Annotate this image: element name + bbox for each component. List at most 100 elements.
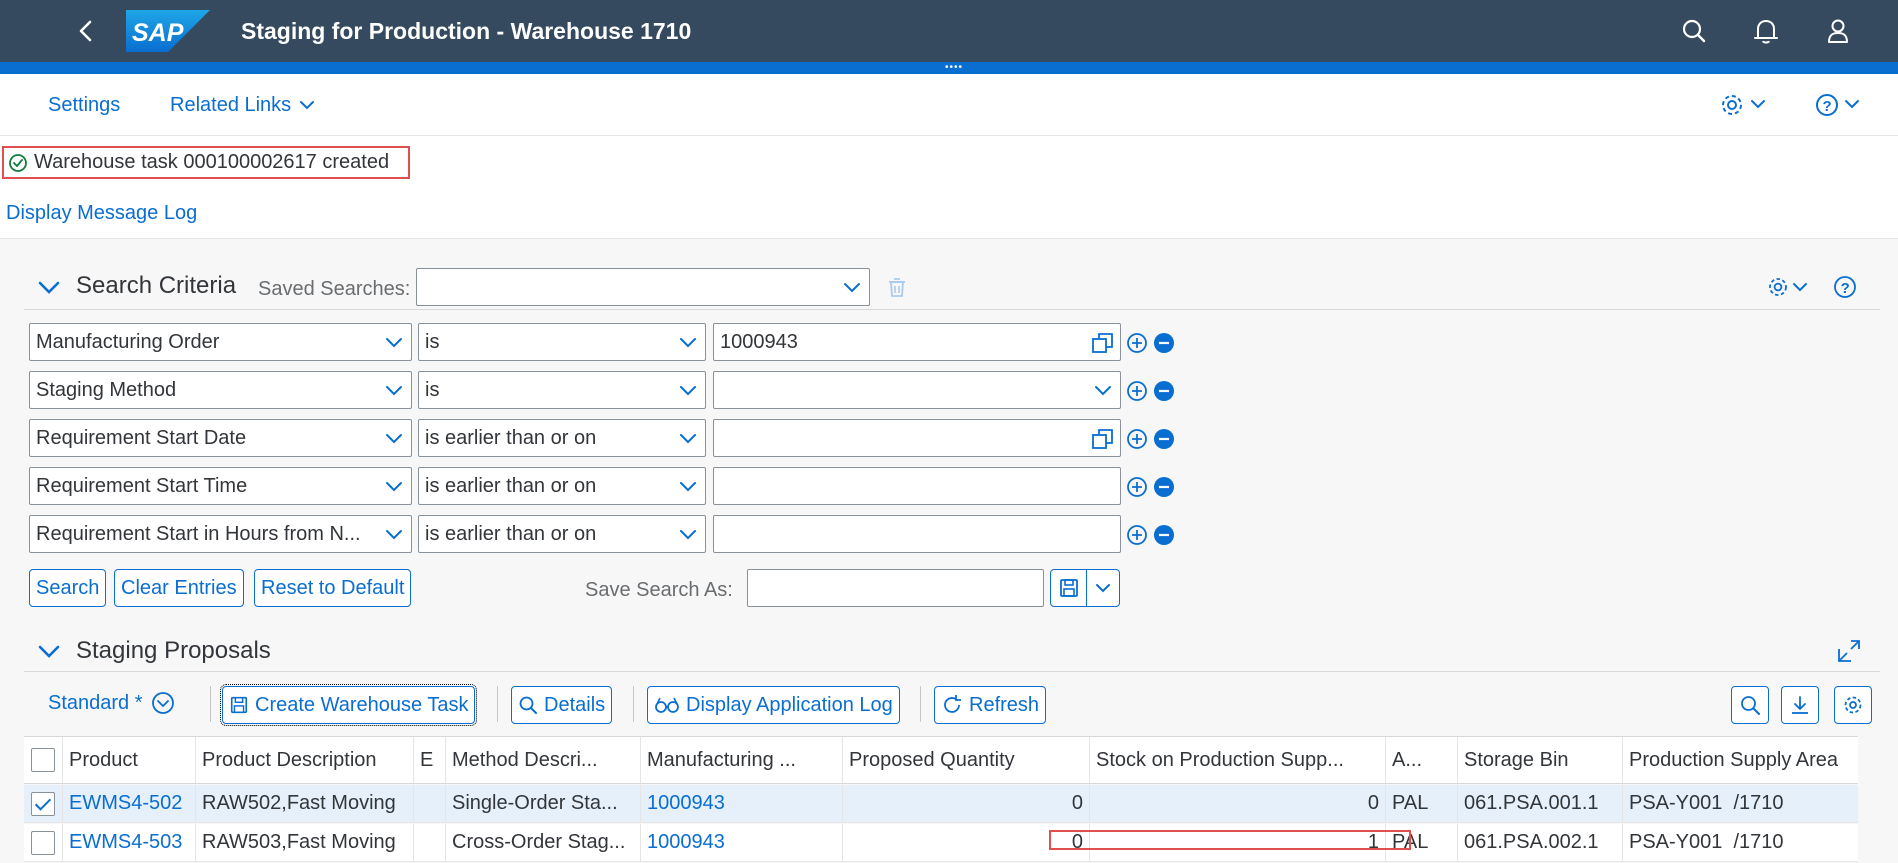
filter-help-icon[interactable]: ? — [1832, 274, 1858, 300]
table-settings-button[interactable] — [1834, 686, 1872, 724]
create-warehouse-task-button[interactable]: Create Warehouse Task — [219, 684, 478, 726]
add-filter-icon[interactable] — [1126, 380, 1148, 402]
column-header-a[interactable]: A... — [1386, 737, 1458, 783]
filter-value-input[interactable] — [713, 467, 1121, 505]
success-message-text: Warehouse task 000100002617 created — [34, 151, 390, 173]
row-checkbox[interactable] — [31, 791, 55, 816]
product-link[interactable]: EWMS4-502 — [63, 785, 196, 822]
column-header-e[interactable]: E — [414, 737, 446, 783]
add-filter-icon[interactable] — [1126, 476, 1148, 498]
column-header-stock-on-psa[interactable]: Stock on Production Supp... — [1090, 737, 1386, 783]
filter-field-select[interactable]: Staging Method — [29, 371, 412, 409]
sap-logo[interactable]: SAP — [126, 10, 210, 52]
save-search-dropdown[interactable] — [1087, 570, 1119, 606]
filter-operator-select[interactable]: is earlier than or on — [418, 419, 706, 457]
reset-to-default-button[interactable]: Reset to Default — [254, 569, 412, 607]
variant-selector[interactable]: Standard * — [48, 691, 175, 715]
e-cell — [414, 785, 446, 822]
related-links-menu[interactable]: Related Links — [170, 92, 317, 118]
back-button[interactable] — [70, 14, 104, 48]
display-application-log-label: Display Application Log — [686, 694, 893, 716]
filter-operator-select[interactable]: is — [418, 371, 706, 409]
chevron-down-icon — [680, 482, 696, 492]
save-search-as-input[interactable] — [747, 569, 1044, 607]
table-row[interactable]: EWMS4-503 RAW503,Fast Moving Cross-Order… — [24, 824, 1858, 862]
user-icon — [1828, 19, 1848, 43]
remove-filter-icon[interactable] — [1153, 428, 1175, 450]
filter-value-input[interactable] — [713, 419, 1121, 457]
remove-filter-icon[interactable] — [1153, 476, 1175, 498]
resize-grip-icon[interactable]: •••• — [945, 63, 963, 73]
search-button[interactable]: Search — [29, 569, 107, 607]
column-header-manufacturing-order[interactable]: Manufacturing ... — [641, 737, 843, 783]
filter-operator-select[interactable]: is earlier than or on — [418, 467, 706, 505]
filter-field-select[interactable]: Requirement Start in Hours from N... — [29, 515, 412, 553]
remove-filter-icon[interactable] — [1153, 524, 1175, 546]
collapse-chevron-icon[interactable] — [34, 272, 64, 302]
select-all-checkbox[interactable] — [31, 748, 55, 772]
add-filter-icon[interactable] — [1126, 524, 1148, 546]
table-search-button[interactable] — [1731, 686, 1769, 724]
refresh-button[interactable]: Refresh — [934, 686, 1047, 724]
add-filter-icon[interactable] — [1126, 428, 1148, 450]
method-description-cell: Cross-Order Stag... — [446, 824, 641, 861]
filter-operator-select[interactable]: is — [418, 323, 706, 361]
collapse-chevron-icon[interactable] — [34, 636, 64, 666]
filter-value-select[interactable] — [713, 371, 1121, 409]
filter-value-input[interactable] — [713, 515, 1121, 553]
save-search-button[interactable] — [1051, 570, 1087, 606]
filter-field-select[interactable]: Manufacturing Order — [29, 323, 412, 361]
filter-value-input[interactable]: 1000943 — [713, 323, 1121, 361]
delete-search-icon[interactable] — [884, 274, 910, 300]
search-icon — [1741, 696, 1760, 715]
user-profile-button[interactable] — [1819, 12, 1857, 50]
filter-operator-select[interactable]: is earlier than or on — [418, 515, 706, 553]
app-settings-menu[interactable] — [1718, 88, 1772, 122]
details-button[interactable]: Details — [511, 686, 613, 724]
column-header-method-description[interactable]: Method Descri... — [446, 737, 641, 783]
clear-entries-button[interactable]: Clear Entries — [114, 569, 244, 607]
display-message-log-link[interactable]: Display Message Log — [6, 202, 197, 225]
notifications-button[interactable] — [1747, 12, 1785, 50]
chevron-down-icon — [386, 386, 402, 396]
product-link[interactable]: EWMS4-503 — [63, 824, 196, 861]
svg-text:?: ? — [1823, 98, 1832, 115]
help-menu[interactable]: ? — [1812, 88, 1866, 122]
row-checkbox[interactable] — [31, 830, 55, 855]
filter-field-select[interactable]: Requirement Start Time — [29, 467, 412, 505]
manufacturing-order-link[interactable]: 1000943 — [641, 824, 843, 861]
chevron-down-icon — [680, 386, 696, 396]
settings-link[interactable]: Settings — [48, 92, 120, 118]
filter-settings-menu[interactable] — [1766, 272, 1818, 302]
save-search-as-label: Save Search As: — [585, 579, 733, 601]
variant-label: Standard * — [48, 691, 143, 714]
column-header-product-description[interactable]: Product Description — [196, 737, 414, 783]
fullscreen-icon[interactable] — [1834, 636, 1864, 666]
save-search-split-button[interactable] — [1050, 569, 1120, 607]
chevron-down-icon — [1095, 386, 1111, 396]
column-header-product[interactable]: Product — [63, 737, 196, 783]
chevron-down-icon — [844, 283, 860, 293]
search-button[interactable] — [1675, 12, 1713, 50]
column-header-proposed-quantity[interactable]: Proposed Quantity — [843, 737, 1090, 783]
value-help-icon[interactable] — [1090, 330, 1116, 356]
export-button[interactable] — [1781, 686, 1819, 724]
column-header-production-supply-area[interactable]: Production Supply Area — [1623, 737, 1858, 783]
saved-searches-label: Saved Searches: — [258, 278, 411, 300]
production-supply-area-cell: PSA-Y001 /1710 — [1629, 831, 1784, 853]
filter-field-select[interactable]: Requirement Start Date — [29, 419, 412, 457]
search-icon — [519, 696, 537, 714]
column-header-storage-bin[interactable]: Storage Bin — [1458, 737, 1623, 783]
display-application-log-button[interactable]: Display Application Log — [647, 686, 900, 724]
shell-header: SAP Staging for Production - Warehouse 1… — [0, 0, 1898, 62]
chevron-down-icon — [680, 338, 696, 348]
add-filter-icon[interactable] — [1126, 332, 1148, 354]
table-row[interactable]: EWMS4-502 RAW502,Fast Moving Single-Orde… — [24, 785, 1858, 823]
value-help-icon[interactable] — [1090, 426, 1116, 452]
saved-searches-select[interactable] — [416, 268, 870, 306]
manufacturing-order-link[interactable]: 1000943 — [641, 785, 843, 822]
chevron-down-circle-icon — [151, 692, 174, 714]
remove-filter-icon[interactable] — [1153, 332, 1175, 354]
remove-filter-icon[interactable] — [1153, 380, 1175, 402]
svg-text:SAP: SAP — [132, 19, 184, 47]
